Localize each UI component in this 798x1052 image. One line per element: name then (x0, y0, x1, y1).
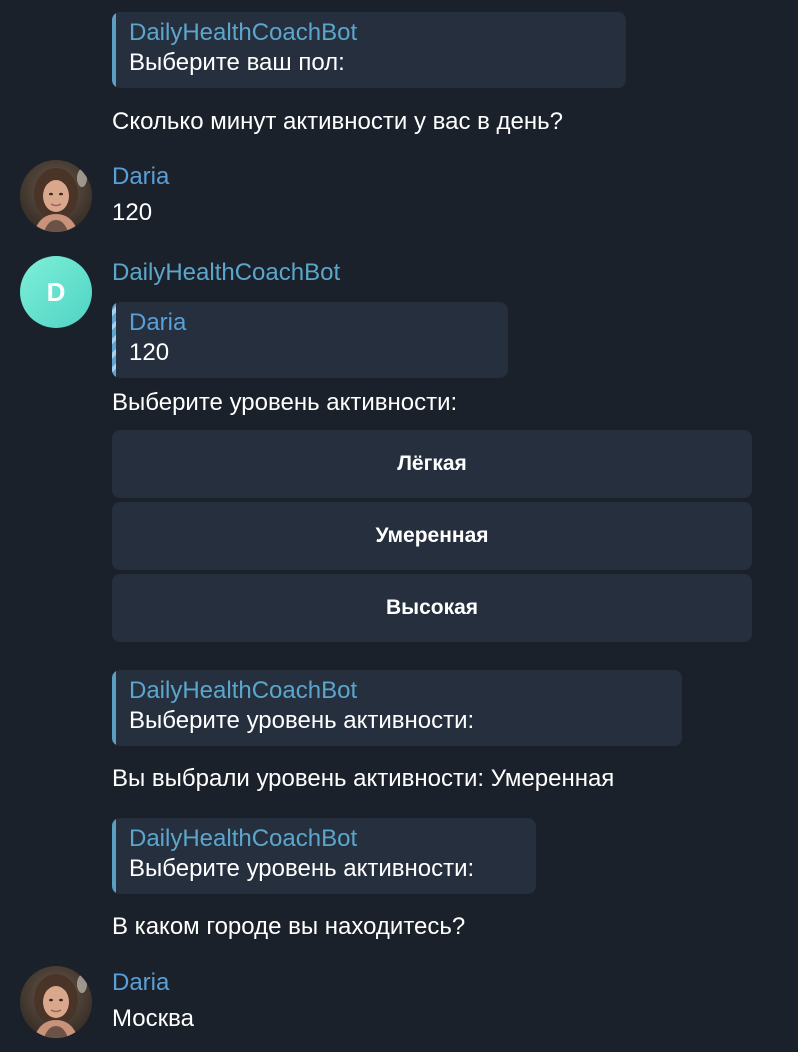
quote-text: Выберите ваш пол: (129, 49, 345, 76)
user-avatar-icon[interactable] (20, 160, 92, 232)
reply-quote[interactable]: DailyHealthCoachBot Выберите уровень акт… (112, 818, 536, 894)
quote-text: 120 (129, 339, 170, 366)
quote-author: Daria (129, 309, 187, 336)
bot-avatar-letter: D (46, 276, 66, 307)
message-text: Сколько минут активности у вас в день? (112, 108, 564, 135)
quote-author: DailyHealthCoachBot (129, 19, 358, 46)
message-text: Вы выбрали уровень активности: Умеренная (112, 765, 615, 792)
reply-quote[interactable]: DailyHealthCoachBot Выберите ваш пол: (112, 12, 626, 88)
bot-avatar-icon[interactable]: D (20, 256, 92, 328)
keyboard-button-moderate[interactable]: Умеренная (112, 502, 752, 570)
quote-text: Выберите уровень активности: (129, 855, 475, 882)
reply-quote[interactable]: DailyHealthCoachBot Выберите уровень акт… (112, 670, 682, 746)
sender-name[interactable]: Daria (112, 968, 169, 998)
sender-name[interactable]: Daria (112, 162, 169, 192)
keyboard-button-light[interactable]: Лёгкая (112, 430, 752, 498)
keyboard-button-high[interactable]: Высокая (112, 574, 752, 642)
sender-name[interactable]: DailyHealthCoachBot (112, 258, 340, 288)
reply-quote[interactable]: Daria 120 (112, 302, 508, 378)
message-text: 120 (112, 199, 153, 226)
quote-text: Выберите уровень активности: (129, 707, 475, 734)
message-text: В каком городе вы находитесь? (112, 913, 466, 940)
message-text: Москва (112, 1005, 194, 1032)
user-avatar-icon[interactable] (20, 966, 92, 1038)
quote-author: DailyHealthCoachBot (129, 825, 358, 852)
message-text: Выберите уровень активности: (112, 389, 458, 416)
quote-author: DailyHealthCoachBot (129, 677, 358, 704)
